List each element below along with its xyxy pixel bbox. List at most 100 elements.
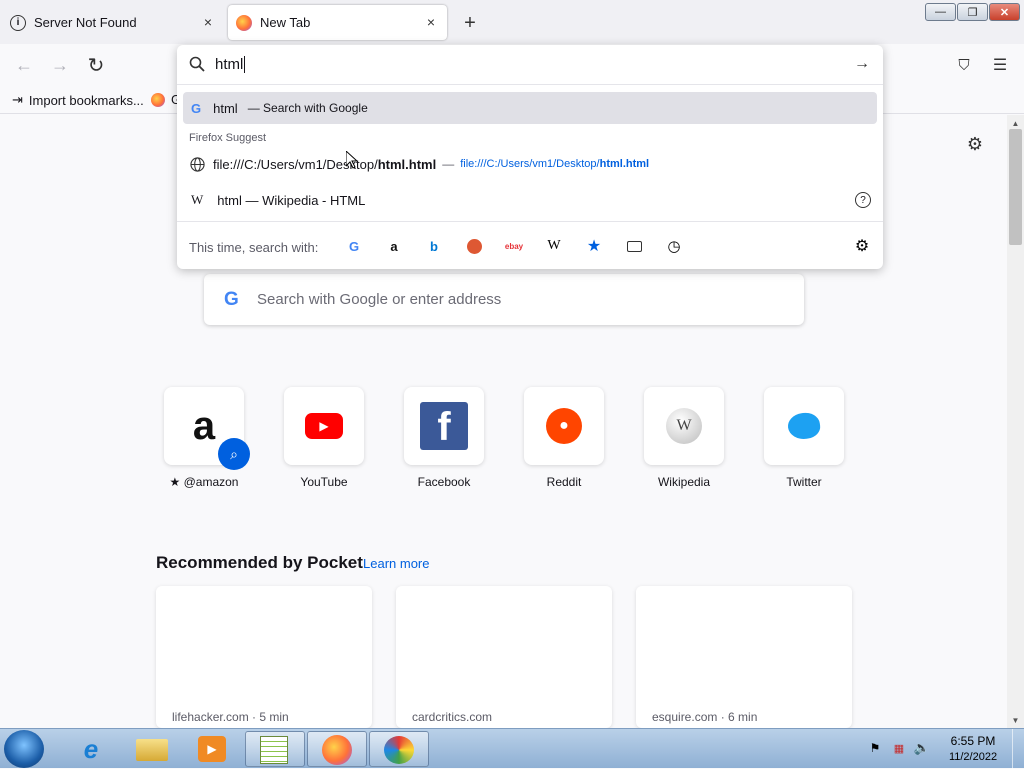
close-tab-icon[interactable]: ×: [200, 14, 216, 30]
tab-server-not-found[interactable]: i Server Not Found ×: [4, 5, 224, 40]
site-tile[interactable]: f: [404, 387, 484, 465]
card-source: esquire.com · 6 min: [652, 710, 758, 724]
top-site-reddit[interactable]: ● Reddit: [524, 387, 604, 489]
back-button[interactable]: ←: [12, 53, 36, 77]
wikipedia-icon: W: [666, 408, 702, 444]
google-icon: G: [191, 100, 202, 116]
maximize-button[interactable]: ❐: [957, 3, 988, 21]
scrollbar[interactable]: ▲ ▼: [1007, 115, 1024, 728]
info-icon: i: [10, 14, 26, 31]
site-label: Facebook: [417, 475, 471, 489]
tab-title: New Tab: [260, 15, 311, 30]
separator: —: [442, 157, 455, 171]
forward-button[interactable]: →: [48, 53, 72, 77]
new-tab-button[interactable]: +: [459, 12, 481, 34]
firefox-icon: [236, 14, 252, 31]
scrollbar-thumb[interactable]: [1009, 129, 1022, 245]
site-label: ★ @amazon: [144, 475, 264, 489]
bookmarks-star-icon[interactable]: ★: [584, 236, 604, 256]
mouse-cursor-icon: [346, 151, 358, 169]
ebay-engine-icon[interactable]: ebay: [504, 236, 524, 256]
close-window-button[interactable]: ✕: [989, 3, 1020, 21]
minimize-button[interactable]: —: [925, 3, 956, 21]
learn-more-link[interactable]: Learn more: [363, 556, 429, 571]
pocket-icon[interactable]: ⛉: [952, 53, 976, 77]
internet-explorer-icon[interactable]: e: [62, 731, 122, 767]
top-site-facebook[interactable]: f Facebook: [404, 387, 484, 489]
one-off-label: This time, search with:: [189, 240, 319, 255]
amazon-engine-icon[interactable]: a: [384, 236, 404, 256]
file-url-name: html.html: [599, 158, 650, 170]
action-center-flag-icon[interactable]: ⚑: [868, 741, 882, 755]
wikipedia-icon: W: [191, 192, 204, 207]
clock-date[interactable]: 11/2/2022: [942, 751, 1004, 763]
amazon-icon: a: [192, 404, 216, 448]
tab-bar: i Server Not Found × New Tab × + — ❐ ✕: [0, 0, 1024, 44]
urlbar-dropdown: html → G html — Search with Google Firef…: [177, 45, 883, 269]
card-source: lifehacker.com · 5 min: [172, 710, 289, 724]
network-icon[interactable]: ▦: [891, 741, 907, 755]
close-tab-icon[interactable]: ×: [423, 14, 439, 30]
suggestion-search-google[interactable]: G html — Search with Google: [183, 92, 877, 124]
suggestion-file[interactable]: file:///C:/Users/vm1/Desktop/ html.html …: [183, 148, 877, 180]
site-tile[interactable]: ▶: [284, 387, 364, 465]
search-placeholder: Search with Google or enter address: [257, 291, 502, 308]
wikipedia-engine-icon[interactable]: W: [544, 236, 564, 256]
help-icon[interactable]: ?: [855, 192, 871, 208]
globe-icon: [189, 156, 205, 172]
site-tile[interactable]: [764, 387, 844, 465]
go-arrow-button[interactable]: →: [851, 53, 873, 75]
search-icon: [189, 56, 205, 72]
duckduckgo-engine-icon[interactable]: [464, 236, 484, 256]
import-icon: ⇥: [12, 92, 23, 107]
tab-new-tab[interactable]: New Tab ×: [228, 5, 447, 40]
search-settings-gear-icon[interactable]: ⚙: [852, 236, 872, 256]
google-engine-icon[interactable]: G: [344, 236, 364, 256]
suggestion-suffix: — Search with Google: [247, 101, 368, 115]
suggestion-text: html — Wikipedia - HTML: [217, 192, 366, 208]
pocket-card[interactable]: lifehacker.com · 5 min: [156, 586, 372, 728]
media-player-icon[interactable]: ▶: [182, 731, 242, 767]
pocket-card[interactable]: esquire.com · 6 min: [636, 586, 852, 728]
settings-gear-icon[interactable]: ⚙: [964, 133, 986, 155]
reload-button[interactable]: ↻: [84, 53, 108, 77]
scroll-down-arrow[interactable]: ▼: [1007, 712, 1024, 728]
notepad-plus-plus-taskbar[interactable]: [245, 731, 305, 767]
top-site-amazon[interactable]: a ⌕ ★ @amazon: [164, 387, 250, 489]
pin-icon: ★: [169, 475, 184, 489]
site-tile[interactable]: ●: [524, 387, 604, 465]
import-bookmarks[interactable]: ⇥ Import bookmarks...: [12, 92, 144, 108]
top-site-youtube[interactable]: ▶ YouTube: [284, 387, 364, 489]
tabs-icon[interactable]: [624, 236, 644, 256]
reddit-icon: ●: [546, 408, 582, 444]
youtube-icon: ▶: [305, 413, 343, 439]
firefox-taskbar[interactable]: [307, 731, 367, 767]
app-menu-button[interactable]: ☰: [988, 53, 1012, 77]
top-site-twitter[interactable]: Twitter: [764, 387, 844, 489]
site-tile[interactable]: W: [644, 387, 724, 465]
url-input[interactable]: html: [215, 56, 246, 73]
volume-icon[interactable]: 🔈: [914, 740, 930, 755]
divider: [177, 221, 883, 222]
twitter-bird-icon: [786, 410, 822, 442]
section-title: Firefox Suggest: [189, 132, 267, 144]
suggestion-term: html: [213, 100, 238, 116]
pocket-heading: Recommended by Pocket: [156, 553, 363, 572]
clock-time[interactable]: 6:55 PM: [942, 734, 1004, 748]
divider: [177, 84, 883, 85]
windows-taskbar: e ▶ ⚑ ▦ 🔈 6:55 PM 11/2/2022: [0, 728, 1024, 769]
firefox-icon: [151, 92, 165, 107]
tab-title: Server Not Found: [34, 15, 137, 30]
history-clock-icon[interactable]: ◷: [664, 236, 684, 256]
top-site-wikipedia[interactable]: W Wikipedia: [644, 387, 724, 489]
suggestion-wikipedia[interactable]: W html — Wikipedia - HTML ?: [183, 184, 877, 216]
paint-taskbar[interactable]: [369, 731, 429, 767]
bing-engine-icon[interactable]: b: [424, 236, 444, 256]
start-button[interactable]: [4, 730, 44, 768]
show-desktop-button[interactable]: [1012, 729, 1024, 769]
site-label: Reddit: [546, 475, 582, 489]
file-explorer-icon[interactable]: [122, 731, 182, 767]
search-box[interactable]: G Search with Google or enter address: [204, 274, 804, 325]
pocket-card[interactable]: cardcritics.com: [396, 586, 612, 728]
google-icon: G: [224, 289, 239, 310]
